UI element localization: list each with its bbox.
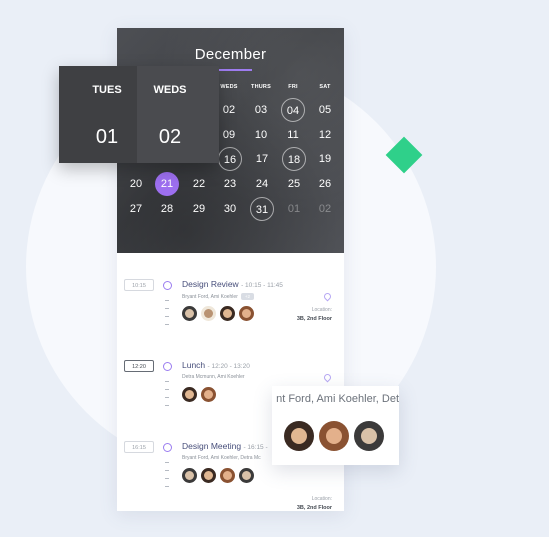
event-title-text: Design Meeting bbox=[182, 441, 242, 451]
calendar-day[interactable]: 17 bbox=[250, 147, 274, 171]
calendar-day[interactable]: 19 bbox=[313, 147, 337, 171]
calendar-day[interactable]: 31 bbox=[250, 197, 274, 221]
timeline-dash bbox=[165, 308, 169, 309]
timeline-dash bbox=[165, 462, 169, 463]
avatar-group bbox=[182, 387, 220, 405]
week-day-number-selected[interactable]: 02 bbox=[140, 126, 200, 149]
calendar-day[interactable]: 04 bbox=[281, 98, 305, 122]
avatar-group bbox=[182, 306, 258, 324]
calendar-day[interactable]: 18 bbox=[282, 147, 306, 171]
week-day-label[interactable]: TUES bbox=[77, 84, 137, 96]
avatar[interactable] bbox=[319, 421, 349, 451]
location-value: 3B, 2nd Floor bbox=[296, 316, 332, 322]
calendar-day[interactable]: 29 bbox=[187, 197, 211, 221]
month-title[interactable]: December bbox=[117, 46, 344, 63]
weekday-label: SAT bbox=[319, 84, 331, 90]
calendar-day[interactable]: 03 bbox=[249, 98, 273, 122]
calendar-day[interactable]: 24 bbox=[250, 172, 274, 196]
calendar-day[interactable]: 05 bbox=[313, 98, 337, 122]
event-time-pill: 16:15 bbox=[124, 441, 154, 453]
event-time-range: - 10:15 - 11:45 bbox=[241, 282, 283, 289]
calendar-day-next-month[interactable]: 02 bbox=[313, 197, 337, 221]
location-pin-icon bbox=[322, 291, 333, 302]
event-time-pill: 12:20 bbox=[124, 360, 154, 372]
timeline-dash bbox=[165, 486, 169, 487]
timeline-dash bbox=[165, 405, 169, 406]
event-dot-icon bbox=[163, 362, 172, 371]
event-title: Design Review - 10:15 - 11:45 bbox=[182, 279, 283, 289]
weekday-label: FRI bbox=[288, 84, 298, 90]
weekday-label: THURS bbox=[251, 84, 271, 90]
event-title: Design Meeting - 16:15 - bbox=[182, 441, 268, 451]
calendar-day[interactable]: 11 bbox=[281, 123, 305, 147]
location-value: 3B, 2nd Floor bbox=[296, 505, 332, 511]
attendees-zoom-text: nt Ford, Ami Koehler, Det bbox=[276, 393, 399, 405]
calendar-day[interactable]: 27 bbox=[124, 197, 148, 221]
calendar-day[interactable]: 28 bbox=[155, 197, 179, 221]
calendar-day-next-month[interactable]: 01 bbox=[282, 197, 306, 221]
avatar[interactable] bbox=[239, 468, 254, 483]
location-label: Location: bbox=[311, 307, 332, 313]
event-title-text: Lunch bbox=[182, 360, 206, 370]
event-title-text: Design Review bbox=[182, 279, 239, 289]
timeline-dash bbox=[165, 316, 169, 317]
zoom-avatar-group bbox=[284, 421, 389, 456]
avatar[interactable] bbox=[220, 306, 235, 321]
event-attendees-text: Bryant Ford, Ami Koehler bbox=[182, 293, 238, 300]
event-time-pill: 10:15 bbox=[124, 279, 154, 291]
calendar-day[interactable]: 25 bbox=[282, 172, 306, 196]
timeline-dash bbox=[165, 397, 169, 398]
week-day-number[interactable]: 01 bbox=[77, 126, 137, 149]
event-time-range: - 12:20 - 13:20 bbox=[207, 363, 250, 370]
timeline-dash bbox=[165, 381, 169, 382]
attendees-zoom-popup: nt Ford, Ami Koehler, Det bbox=[272, 386, 399, 465]
week-day-popup: TUES 01 WEDS 02 bbox=[59, 66, 219, 163]
avatar-group bbox=[182, 468, 258, 486]
calendar-day[interactable]: 02 bbox=[217, 98, 241, 122]
avatar[interactable] bbox=[182, 306, 197, 321]
timeline-dash bbox=[165, 470, 169, 471]
timeline-dash bbox=[165, 478, 169, 479]
avatar[interactable] bbox=[201, 306, 216, 321]
avatar[interactable] bbox=[201, 468, 216, 483]
calendar-day[interactable]: 22 bbox=[187, 172, 211, 196]
avatar[interactable] bbox=[239, 306, 254, 321]
calendar-day[interactable]: 10 bbox=[249, 123, 273, 147]
calendar-day[interactable]: 23 bbox=[218, 172, 242, 196]
week-day-label-selected[interactable]: WEDS bbox=[140, 84, 200, 96]
avatar[interactable] bbox=[182, 468, 197, 483]
avatar[interactable] bbox=[284, 421, 314, 451]
avatar[interactable] bbox=[220, 468, 235, 483]
event-title: Lunch - 12:20 - 13:20 bbox=[182, 360, 250, 370]
calendar-day[interactable]: 20 bbox=[124, 172, 148, 196]
event-dot-icon bbox=[163, 443, 172, 452]
timeline-dash bbox=[165, 324, 169, 325]
event-time-range: - 16:15 - bbox=[243, 444, 268, 451]
timeline-dash bbox=[165, 389, 169, 390]
location-label: Location: bbox=[311, 496, 332, 502]
event-attendees: Bryant Ford, Ami Koehler, Detra Mc bbox=[182, 455, 261, 461]
timeline-dash bbox=[165, 300, 169, 301]
calendar-day[interactable]: 16 bbox=[218, 147, 242, 171]
avatar[interactable] bbox=[201, 387, 216, 402]
calendar-day[interactable]: 09 bbox=[217, 123, 241, 147]
avatar[interactable] bbox=[354, 421, 384, 451]
event-attendees: Bryant Ford, Ami Koehler +2 bbox=[182, 293, 254, 300]
calendar-day[interactable]: 30 bbox=[218, 197, 242, 221]
more-attendees-badge[interactable]: +2 bbox=[240, 293, 254, 300]
event-attendees: Detra Mcmunn, Ami Koehler bbox=[182, 374, 245, 380]
calendar-day[interactable]: 26 bbox=[313, 172, 337, 196]
calendar-day[interactable]: 12 bbox=[313, 123, 337, 147]
avatar[interactable] bbox=[182, 387, 197, 402]
event-dot-icon bbox=[163, 281, 172, 290]
location-pin-icon bbox=[322, 372, 333, 383]
calendar-day-selected[interactable]: 21 bbox=[155, 172, 179, 196]
